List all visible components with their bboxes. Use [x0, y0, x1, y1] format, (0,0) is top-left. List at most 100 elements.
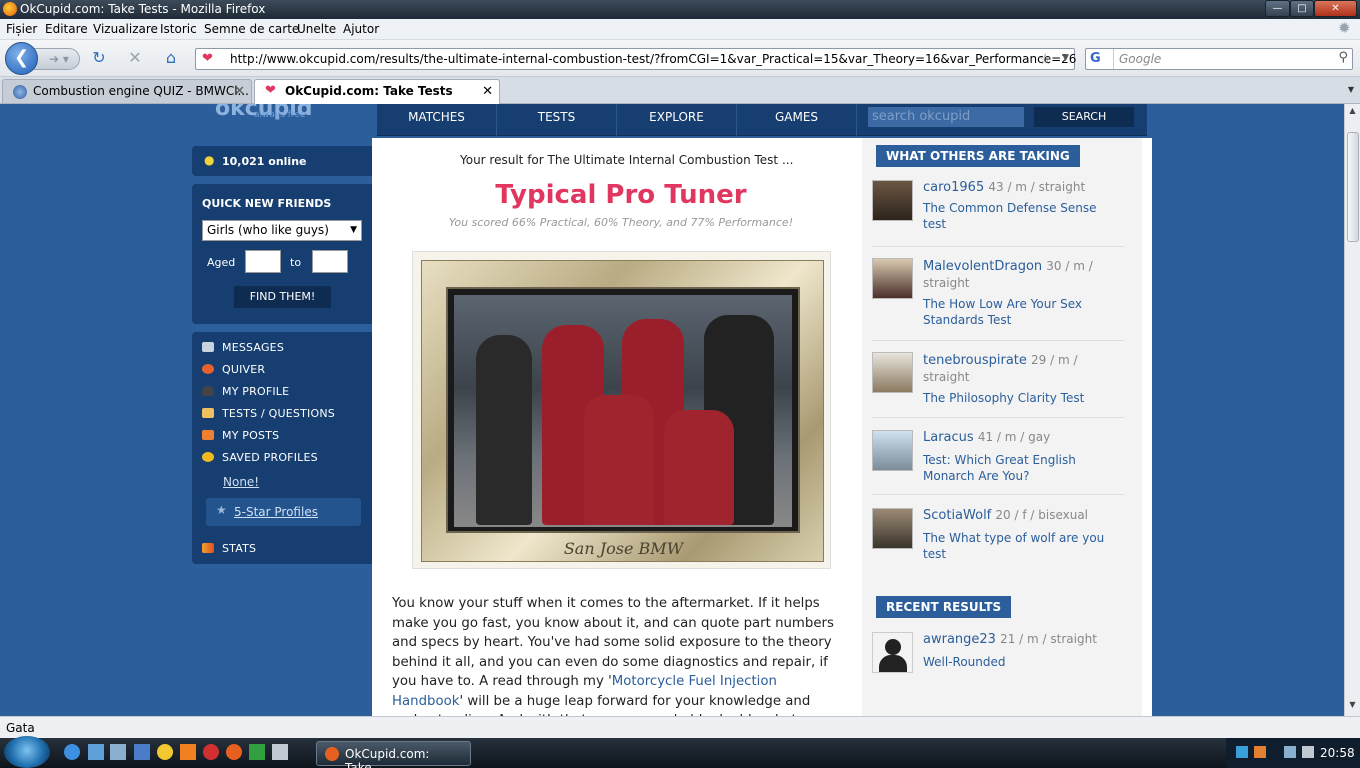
volume-icon[interactable]: [1302, 746, 1314, 758]
home-icon[interactable]: ⌂: [160, 48, 182, 70]
menu-bar: Fișier Editare Vizualizare Istoric Semne…: [0, 19, 1360, 40]
close-tab-icon[interactable]: ✕: [234, 84, 245, 99]
tab-combustion-quiz[interactable]: Combustion engine QUIZ - BMWCl... ✕: [2, 79, 252, 103]
aged-label: Aged: [207, 256, 236, 269]
minimize-button[interactable]: —: [1265, 0, 1290, 17]
menu-tests-questions[interactable]: TESTS / QUESTIONS: [222, 407, 335, 420]
result-score: You scored 66% Practical, 60% Theory, an…: [448, 216, 794, 229]
to-label: to: [290, 256, 302, 269]
menu-my-profile[interactable]: MY PROFILE: [222, 385, 289, 398]
site-nav: MATCHES TESTS EXPLORE GAMES: [377, 104, 1147, 136]
test-link[interactable]: The How Low Are Your Sex Standards Test: [923, 296, 1113, 328]
username-link[interactable]: awrange23: [923, 632, 996, 647]
default-avatar-icon[interactable]: [872, 632, 913, 673]
url-dropdown-icon[interactable]: ▼: [1062, 53, 1069, 63]
explorer-icon[interactable]: [110, 744, 126, 760]
menu-edit[interactable]: Editare: [45, 22, 88, 36]
clock[interactable]: 20:58: [1320, 746, 1355, 760]
site-search-button[interactable]: SEARCH: [1034, 107, 1134, 127]
scroll-down-icon[interactable]: ▼: [1346, 700, 1359, 714]
test-link[interactable]: The What type of wolf are you test: [923, 530, 1113, 562]
test-link[interactable]: The Philosophy Clarity Test: [923, 390, 1113, 406]
menu-messages[interactable]: MESSAGES: [222, 341, 284, 354]
username-link[interactable]: Laracus: [923, 430, 974, 445]
menu-quiver[interactable]: QUIVER: [222, 363, 265, 376]
firefox-icon: [325, 747, 339, 761]
username-link[interactable]: tenebrouspirate: [923, 353, 1027, 368]
app-icon[interactable]: [203, 744, 219, 760]
five-star-link[interactable]: 5-Star Profiles: [234, 505, 318, 519]
app-icon[interactable]: [249, 744, 265, 760]
search-placeholder[interactable]: Google: [1119, 52, 1161, 66]
throbber-icon: ✹: [1338, 19, 1351, 37]
reload-icon[interactable]: ↻: [88, 48, 110, 70]
saved-none-link[interactable]: None!: [223, 475, 259, 489]
nav-explore[interactable]: EXPLORE: [617, 104, 737, 136]
ie-icon[interactable]: [64, 744, 80, 760]
avatar[interactable]: [872, 508, 913, 549]
close-tab-icon[interactable]: ✕: [482, 84, 493, 99]
taskbar-window-button[interactable]: OkCupid.com: Take...: [316, 741, 471, 768]
close-window-button[interactable]: ✕: [1314, 0, 1357, 17]
tab-okcupid[interactable]: ❤ OkCupid.com: Take Tests ✕: [254, 79, 500, 105]
test-link[interactable]: The Common Defense Sense test: [923, 200, 1113, 232]
nav-matches[interactable]: MATCHES: [377, 104, 497, 136]
avatar[interactable]: [872, 258, 913, 299]
menu-stats[interactable]: STATS: [222, 542, 256, 555]
nav-tests[interactable]: TESTS: [497, 104, 617, 136]
avatar[interactable]: [872, 430, 913, 471]
tab-label: OkCupid.com: Take Tests: [285, 84, 453, 98]
username-link[interactable]: ScotiaWolf: [923, 508, 991, 523]
age-max-input[interactable]: [312, 250, 348, 273]
address-bar[interactable]: ❤ http://www.okcupid.com/results/the-ult…: [195, 48, 1076, 70]
gender-select[interactable]: Girls (who like guys) ▼: [202, 220, 362, 241]
bookmark-star-icon[interactable]: ☆: [1039, 50, 1052, 68]
menu-tools[interactable]: Unelte: [297, 22, 336, 36]
menu-history[interactable]: Istoric: [160, 22, 197, 36]
avatar[interactable]: [872, 352, 913, 393]
find-them-button[interactable]: FIND THEM!: [234, 286, 331, 308]
firefox-taskbar-icon[interactable]: [226, 744, 242, 760]
network-icon[interactable]: [1284, 746, 1296, 758]
messenger-icon[interactable]: [157, 744, 173, 760]
search-engine-icon[interactable]: G: [1086, 49, 1114, 69]
scroll-thumb[interactable]: [1347, 132, 1359, 242]
menu-my-posts[interactable]: MY POSTS: [222, 429, 279, 442]
globe-icon: [13, 85, 27, 99]
tray-icon[interactable]: [1254, 746, 1266, 758]
menu-file[interactable]: Fișier: [6, 22, 37, 36]
result-link[interactable]: Well-Rounded: [923, 654, 1113, 670]
menu-view[interactable]: Vizualizare: [93, 22, 158, 36]
search-magnifier-icon[interactable]: ⚲: [1338, 50, 1348, 65]
age-min-input[interactable]: [245, 250, 281, 273]
search-bar[interactable]: G Google ⚲: [1085, 48, 1353, 70]
logo-tagline: always free: [254, 110, 306, 120]
start-button[interactable]: [4, 736, 50, 768]
tray-icon[interactable]: [1236, 746, 1248, 758]
vertical-scrollbar[interactable]: ▲ ▼: [1344, 104, 1360, 716]
main-content: Your result for The Ultimate Internal Co…: [372, 138, 1152, 716]
menu-bookmarks[interactable]: Semne de carte: [204, 22, 299, 36]
window-title-bar: OkCupid.com: Take Tests - Mozilla Firefo…: [0, 0, 1360, 19]
five-star-profiles[interactable]: ★ 5-Star Profiles: [206, 498, 361, 526]
desktop-icon[interactable]: [88, 744, 104, 760]
user-meta: 21 / m / straight: [1000, 632, 1097, 646]
media-player-icon[interactable]: [134, 744, 150, 760]
calculator-icon[interactable]: [272, 744, 288, 760]
maximize-button[interactable]: □: [1290, 0, 1314, 17]
tab-list-icon[interactable]: ▼: [1344, 81, 1358, 99]
url-text[interactable]: http://www.okcupid.com/results/the-ultim…: [230, 52, 1076, 66]
site-search-input[interactable]: search okcupid: [868, 107, 1024, 127]
nav-games[interactable]: GAMES: [737, 104, 857, 136]
scroll-up-icon[interactable]: ▲: [1346, 106, 1359, 120]
test-link[interactable]: Test: Which Great English Monarch Are Yo…: [923, 452, 1113, 484]
menu-saved-profiles[interactable]: SAVED PROFILES: [222, 451, 318, 464]
username-link[interactable]: caro1965: [923, 180, 984, 195]
menu-help[interactable]: Ajutor: [343, 22, 379, 36]
back-button[interactable]: ❮: [5, 42, 38, 75]
forward-button[interactable]: ➔ ▾: [34, 48, 80, 70]
username-link[interactable]: MalevolentDragon: [923, 259, 1042, 274]
stop-icon[interactable]: ✕: [124, 48, 146, 70]
vlc-icon[interactable]: [180, 744, 196, 760]
avatar[interactable]: [872, 180, 913, 221]
